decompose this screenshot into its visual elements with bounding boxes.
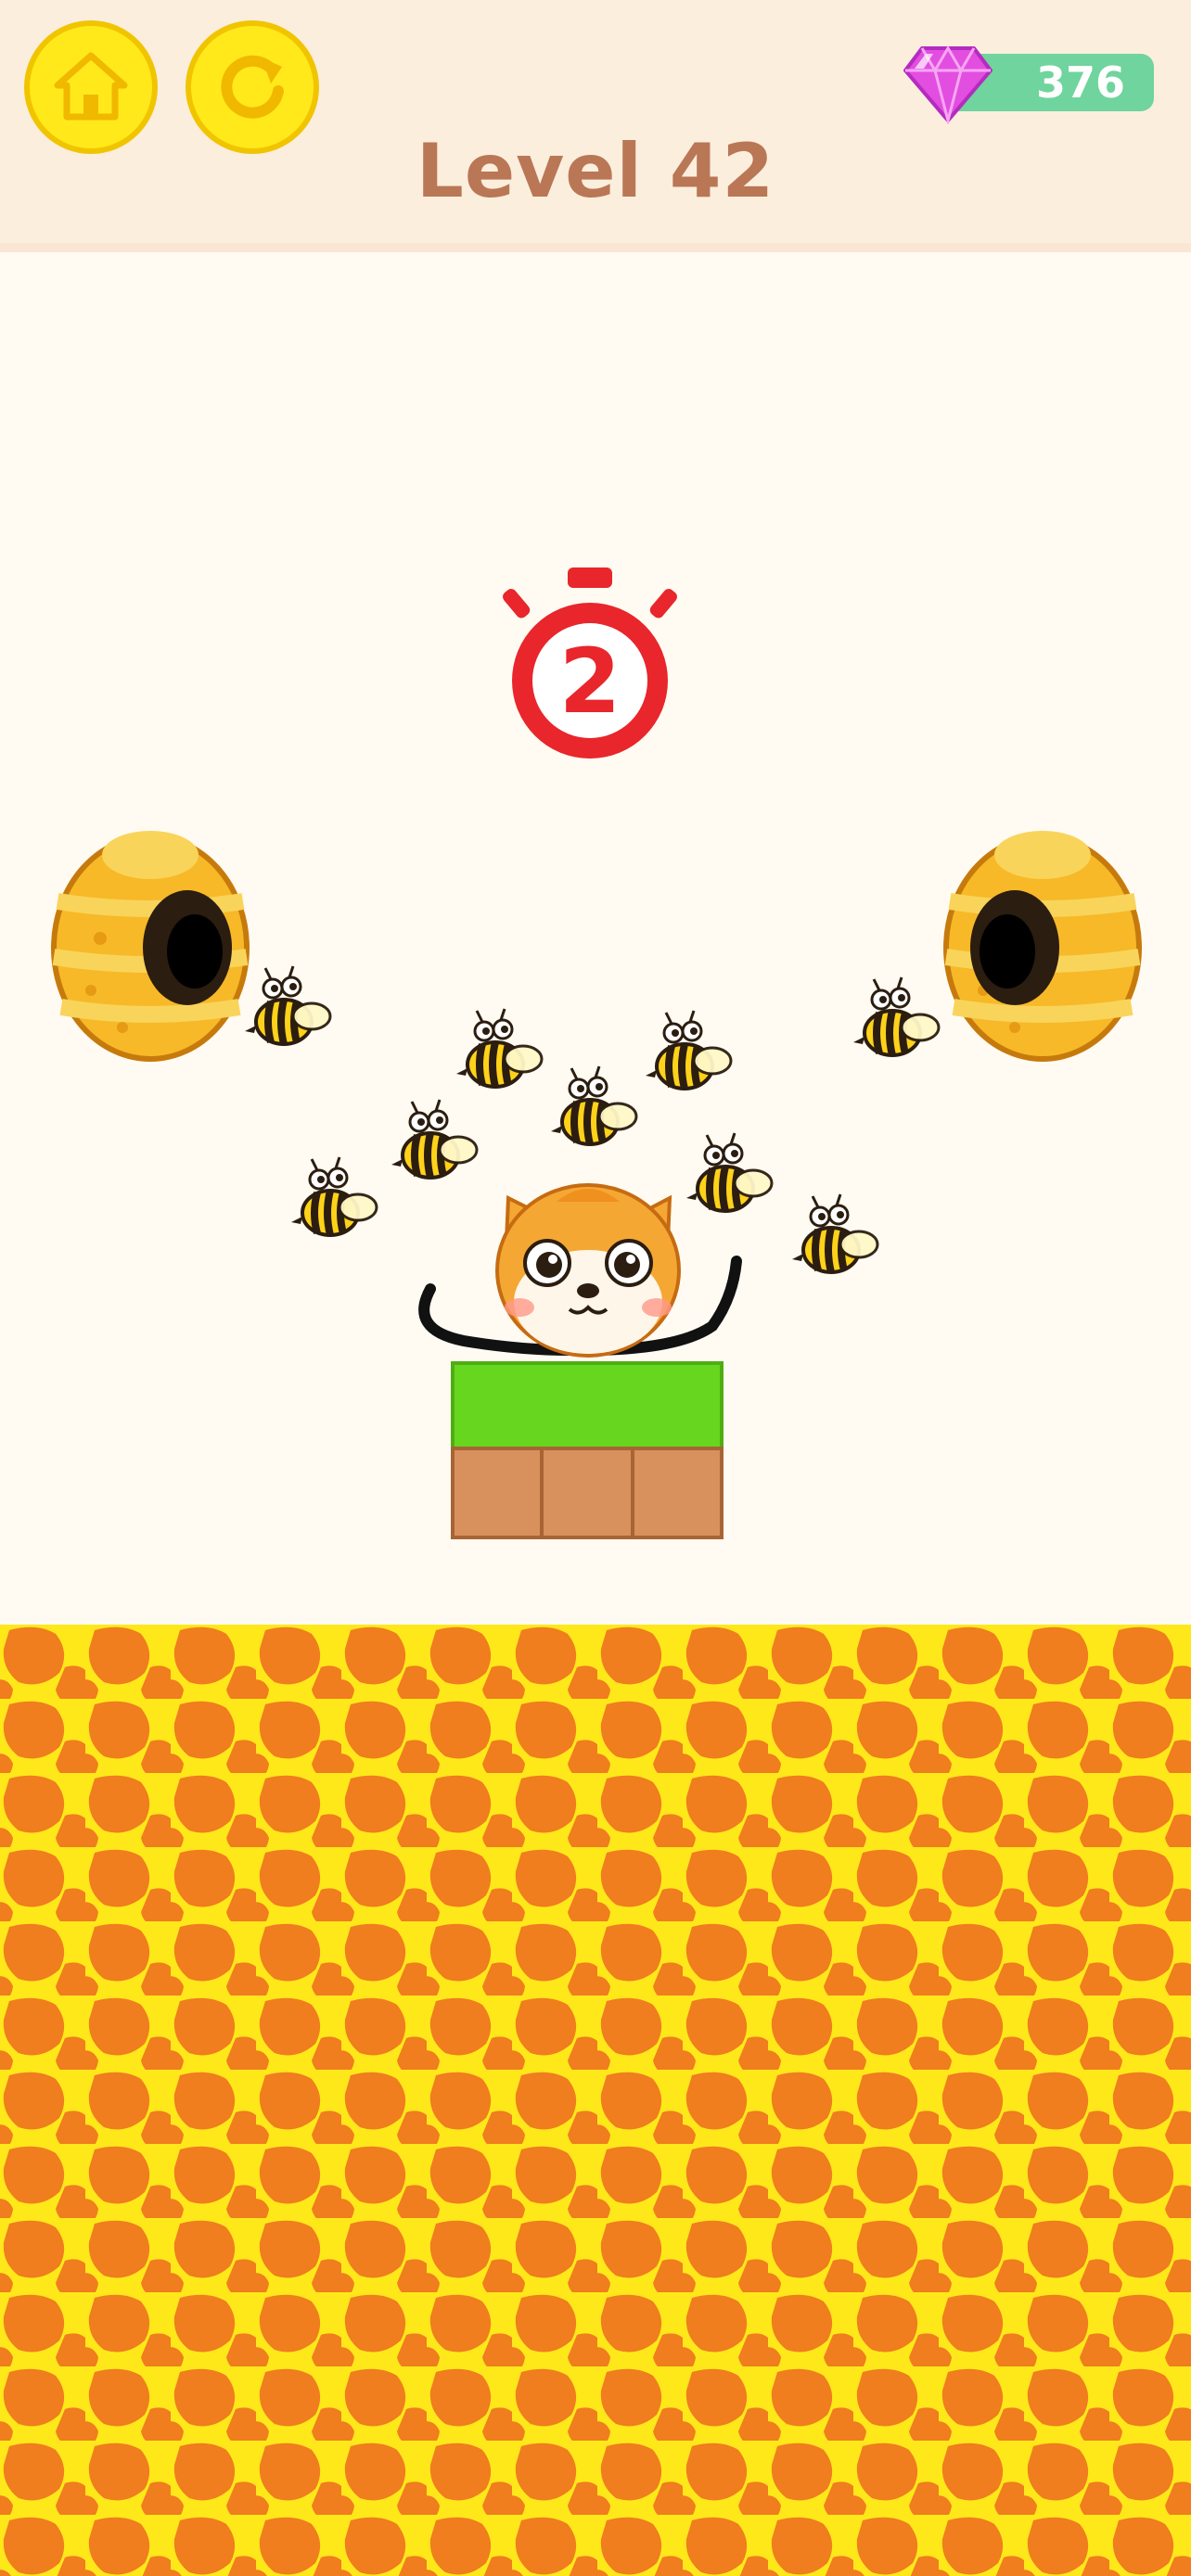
bee (686, 1133, 772, 1211)
bee (646, 1011, 731, 1089)
honey-floor (0, 1625, 1191, 2576)
bee (853, 977, 939, 1055)
bee (456, 1009, 542, 1087)
bee (792, 1194, 877, 1272)
grass-platform (451, 1361, 724, 1539)
doge-character (495, 1183, 681, 1358)
timer-value: 2 (559, 630, 621, 733)
bee (551, 1066, 636, 1144)
bee (291, 1157, 377, 1235)
beehive-left (54, 831, 247, 1059)
bee (245, 966, 330, 1044)
bee (391, 1100, 477, 1178)
beehive-right (946, 831, 1139, 1059)
timer-icon: 2 (503, 567, 677, 759)
